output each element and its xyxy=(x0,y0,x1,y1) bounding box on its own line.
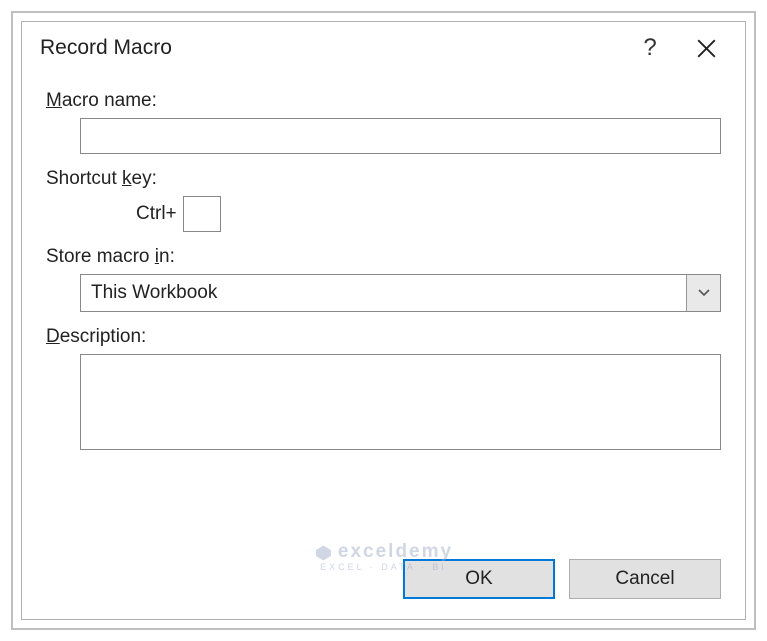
store-in-value: This Workbook xyxy=(81,275,686,311)
shortcut-key-label: Shortcut key: xyxy=(46,168,721,190)
store-in-label: Store macro in: xyxy=(46,246,721,268)
store-in-select[interactable]: This Workbook xyxy=(80,274,721,312)
shortcut-prefix: Ctrl+ xyxy=(136,203,177,225)
dialog-title: Record Macro xyxy=(40,36,625,60)
shortcut-key-input[interactable] xyxy=(183,196,221,232)
record-macro-dialog: Record Macro ? Macro name: Shortcut key:… xyxy=(21,21,746,620)
macro-name-label: Macro name: xyxy=(46,90,721,112)
ok-button[interactable]: OK xyxy=(403,559,555,599)
description-input[interactable] xyxy=(80,354,721,450)
dialog-content: Macro name: Shortcut key: Ctrl+ Store ma… xyxy=(22,74,745,549)
close-button[interactable] xyxy=(681,26,731,70)
description-label: Description: xyxy=(46,326,721,348)
outer-frame: Record Macro ? Macro name: Shortcut key:… xyxy=(11,11,756,630)
close-icon xyxy=(697,39,716,58)
title-bar: Record Macro ? xyxy=(22,22,745,74)
dropdown-button[interactable] xyxy=(686,275,720,311)
macro-name-input[interactable] xyxy=(80,118,721,154)
chevron-down-icon xyxy=(697,288,711,298)
button-row: OK Cancel xyxy=(22,549,745,619)
cancel-button[interactable]: Cancel xyxy=(569,559,721,599)
shortcut-row: Ctrl+ xyxy=(136,196,721,232)
help-button[interactable]: ? xyxy=(625,26,675,70)
